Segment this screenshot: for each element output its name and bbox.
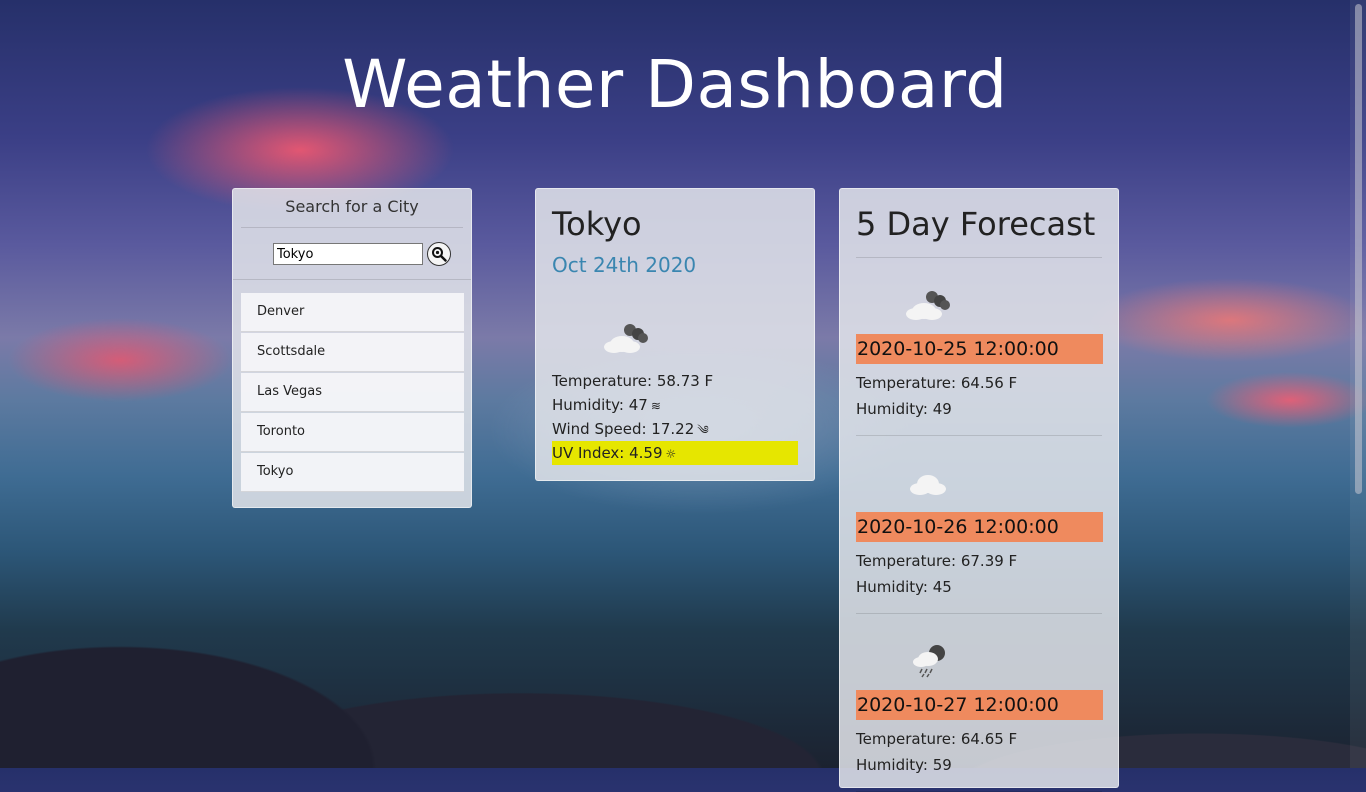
forecast-humidity: Humidity: 45 <box>856 578 952 596</box>
current-weather-panel: Tokyo Oct 24th 2020 Temperature: 58.73 F… <box>535 188 815 481</box>
history-item-scottsdale[interactable]: Scottsdale <box>241 333 464 372</box>
scrollbar-thumb[interactable] <box>1355 4 1362 494</box>
current-wind-text: Wind Speed: 17.22 <box>552 420 695 438</box>
background-landscape <box>0 508 1366 768</box>
history-item-toronto[interactable]: Toronto <box>241 413 464 452</box>
current-humidity: Humidity: 47 ≋ <box>552 393 798 417</box>
forecast-day: 2020-10-26 12:00:00 Temperature: 67.39 F… <box>856 436 1103 614</box>
forecast-humidity: Humidity: 49 <box>856 400 952 418</box>
search-panel: Search for a City Denver Scottsdale Las … <box>232 188 472 508</box>
history-item-denver[interactable]: Denver <box>241 293 464 332</box>
current-uv-text: UV Index: 4.59 <box>552 444 663 462</box>
current-humidity-text: Humidity: 47 <box>552 396 648 414</box>
forecast-day: 2020-10-27 12:00:00 Temperature: 64.65 F… <box>856 614 1103 792</box>
forecast-temperature: Temperature: 64.65 F <box>856 730 1018 748</box>
search-row <box>233 235 471 280</box>
forecast-humidity: Humidity: 59 <box>856 756 952 774</box>
current-city-name: Tokyo <box>552 205 642 243</box>
forecast-date: 2020-10-25 12:00:00 <box>856 334 1103 364</box>
forecast-day: 2020-10-25 12:00:00 Temperature: 64.56 F… <box>856 258 1103 436</box>
humidity-icon: ≋ <box>650 399 661 413</box>
history-item-tokyo[interactable]: Tokyo <box>241 453 464 492</box>
page-scrollbar[interactable] <box>1350 0 1366 768</box>
forecast-temperature: Temperature: 67.39 F <box>856 552 1018 570</box>
current-stats: Temperature: 58.73 F Humidity: 47 ≋ Wind … <box>552 369 798 465</box>
sun-icon: ☼ <box>665 447 677 461</box>
current-temperature-text: Temperature: 58.73 F <box>552 372 714 390</box>
forecast-panel: 5 Day Forecast 2020-10-25 12:00:00 Tempe… <box>839 188 1119 792</box>
search-heading: Search for a City <box>241 189 463 228</box>
search-button[interactable] <box>427 242 451 266</box>
wind-icon: ༄ <box>697 423 709 437</box>
rain-night-icon <box>913 645 945 678</box>
page-title: Weather Dashboard <box>342 46 1008 123</box>
search-history-list: Denver Scottsdale Las Vegas Toronto Toky… <box>241 293 464 493</box>
forecast-title: 5 Day Forecast <box>856 205 1102 258</box>
partly-cloudy-night-icon <box>906 291 950 320</box>
forecast-date: 2020-10-27 12:00:00 <box>856 690 1103 720</box>
search-icon <box>432 247 447 262</box>
forecast-date: 2020-10-26 12:00:00 <box>856 512 1103 542</box>
city-search-input[interactable] <box>273 243 423 265</box>
history-item-las-vegas[interactable]: Las Vegas <box>241 373 464 412</box>
current-wind-speed: Wind Speed: 17.22 ༄ <box>552 417 798 441</box>
partly-cloudy-night-icon <box>604 324 648 353</box>
current-date: Oct 24th 2020 <box>552 253 697 277</box>
forecast-temperature: Temperature: 64.56 F <box>856 374 1018 392</box>
current-temperature: Temperature: 58.73 F <box>552 369 798 393</box>
current-uv-index: UV Index: 4.59 ☼ <box>552 441 798 465</box>
cloud-icon <box>910 475 946 495</box>
